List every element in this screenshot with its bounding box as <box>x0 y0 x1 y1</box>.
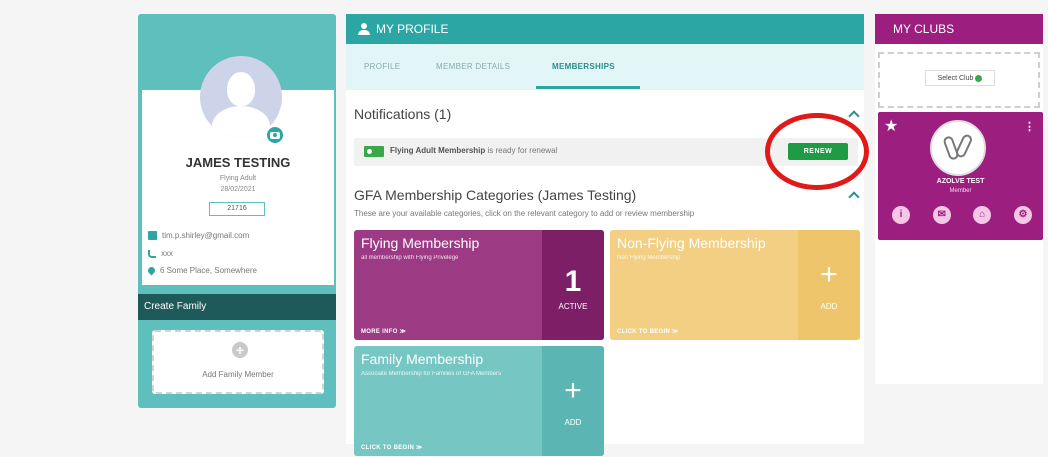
select-club-button[interactable]: Select Club <box>925 70 995 86</box>
highlight-circle <box>765 113 869 190</box>
tile-subtitle: all membership with Flying Privelege <box>361 255 459 261</box>
profile-date: 28/02/2021 <box>220 186 256 193</box>
contact-address: 6 Some Place, Somewhere <box>146 265 257 276</box>
mail-icon <box>148 231 157 240</box>
contact-email: tim.p.shirley@gmail.com <box>148 231 249 240</box>
tile-subtitle: Associate Membership for Families of GFA… <box>361 371 502 377</box>
add-label: ADD <box>820 302 838 311</box>
mail-icon[interactable]: ✉ <box>932 206 951 224</box>
tab-memberships[interactable]: MEMBERSHIPS <box>552 62 615 71</box>
club-logo <box>930 120 986 176</box>
tile-family-membership[interactable]: Family Membership Associate Membership f… <box>354 346 604 456</box>
profile-membership-type: Flying Adult <box>219 175 257 182</box>
club-action-icons: i ✉ ⌂ ⚙ <box>892 206 1032 224</box>
location-pin-icon <box>146 265 157 276</box>
phone-icon <box>148 249 156 258</box>
select-club-label: Select Club <box>937 75 974 82</box>
info-icon[interactable]: i <box>892 206 910 224</box>
tile-subtitle: Non Flying Membership <box>617 255 681 261</box>
click-to-begin-link[interactable]: CLICK TO BEGIN ≫ <box>617 328 679 335</box>
contact-phone: xxx <box>148 249 173 258</box>
camera-icon[interactable] <box>265 125 285 145</box>
star-icon[interactable]: ★ <box>884 116 898 136</box>
plus-icon: + <box>820 258 838 291</box>
tile-title: Family Membership <box>361 351 484 367</box>
categories-title: GFA Membership Categories (James Testing… <box>354 187 637 203</box>
add-family-member-button[interactable]: + Add Family Member <box>152 330 324 394</box>
profile-name: JAMES TESTING <box>185 155 291 170</box>
member-number: 21716 <box>209 202 265 216</box>
notification-message: is ready for renewal <box>485 146 558 155</box>
phone-text: xxx <box>161 249 173 258</box>
user-settings-icon[interactable]: ⚙ <box>1013 206 1032 224</box>
tile-non-flying-membership[interactable]: Non-Flying Membership Non Flying Members… <box>610 230 860 340</box>
categories-subtitle: These are your available categories, cli… <box>354 209 695 218</box>
more-info-link[interactable]: MORE INFO ≫ <box>361 328 406 335</box>
notification-text: Flying Adult Membership is ready for ren… <box>390 146 557 155</box>
plus-circle-icon: + <box>232 342 248 358</box>
my-profile-title: MY PROFILE <box>376 22 449 36</box>
active-count: 1 <box>564 265 582 298</box>
address-text: 6 Some Place, Somewhere <box>160 266 257 275</box>
more-options-icon[interactable]: ⋮ <box>1024 120 1035 133</box>
my-clubs-header: MY CLUBS <box>875 14 1043 44</box>
my-profile-header: MY PROFILE <box>346 14 864 44</box>
create-family-header: Create Family <box>138 294 336 320</box>
tab-profile[interactable]: PROFILE <box>364 62 400 71</box>
add-circle-icon <box>975 74 983 82</box>
membership-card-icon <box>364 146 384 157</box>
notifications-title: Notifications (1) <box>354 106 452 122</box>
add-family-member-label: Add Family Member <box>202 370 274 379</box>
club-role: Member <box>949 188 972 194</box>
click-to-begin-link[interactable]: CLICK TO BEGIN ≫ <box>361 444 423 451</box>
notification-membership-name: Flying Adult Membership <box>390 146 486 155</box>
email-text: tim.p.shirley@gmail.com <box>162 231 250 240</box>
tile-title: Flying Membership <box>361 235 480 251</box>
plus-icon: + <box>564 374 582 407</box>
tile-flying-membership[interactable]: Flying Membership all membership with Fl… <box>354 230 604 340</box>
home-icon[interactable]: ⌂ <box>973 206 992 224</box>
tab-member-details[interactable]: MEMBER DETAILS <box>436 62 510 71</box>
active-label: ACTIVE <box>558 302 588 311</box>
user-icon <box>358 23 370 35</box>
active-tab-indicator <box>536 86 640 89</box>
club-name: AZOLVE TEST <box>936 178 985 185</box>
tile-title: Non-Flying Membership <box>617 235 766 251</box>
add-label: ADD <box>564 418 582 427</box>
